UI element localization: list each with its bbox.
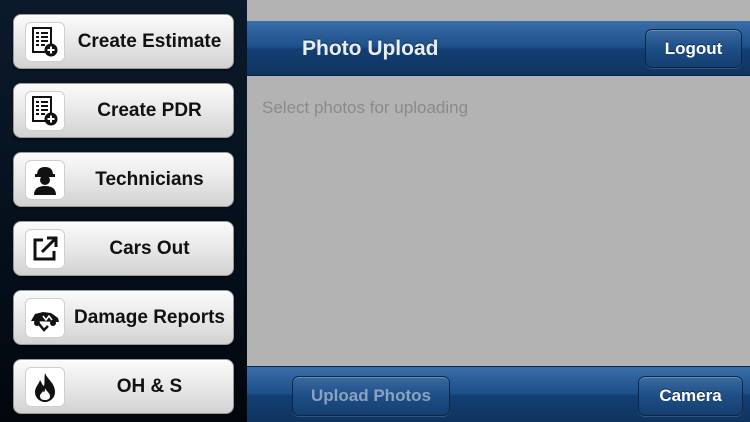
sidebar-item-label: Technicians — [95, 168, 204, 190]
sidebar-item-label: OH & S — [116, 375, 183, 397]
photo-content-area[interactable]: Select photos for uploading — [247, 76, 750, 366]
sidebar-item-label: Create Estimate — [77, 30, 222, 52]
external-link-icon — [25, 229, 65, 269]
main-panel: Photo Upload Logout Select photos for up… — [247, 0, 750, 422]
sidebar-item-create-estimate[interactable]: Create Estimate — [13, 14, 234, 69]
sidebar-item-label: Damage Reports — [74, 306, 225, 328]
status-strip — [247, 0, 750, 21]
sidebar-item-cars-out[interactable]: Cars Out — [13, 221, 234, 276]
camera-button[interactable]: Camera — [638, 376, 743, 416]
empty-state-text: Select photos for uploading — [262, 98, 469, 117]
sidebar-item-technicians[interactable]: Technicians — [13, 152, 234, 207]
flame-icon — [25, 367, 65, 407]
sidebar-item-label: Cars Out — [109, 237, 190, 259]
upload-photos-button[interactable]: Upload Photos — [292, 376, 450, 416]
page-title: Photo Upload — [302, 36, 439, 60]
sidebar-item-create-pdr[interactable]: Create PDR — [13, 83, 234, 138]
technician-icon — [25, 160, 65, 200]
car-damage-icon — [25, 298, 65, 338]
sidebar-item-oh-s[interactable]: OH & S — [13, 359, 234, 414]
document-add-icon — [25, 22, 65, 62]
logout-button[interactable]: Logout — [645, 29, 742, 68]
bottom-toolbar: Upload Photos Camera — [247, 366, 750, 422]
document-add-icon — [25, 91, 65, 131]
sidebar-item-damage-reports[interactable]: Damage Reports — [13, 290, 234, 345]
sidebar-item-label: Create PDR — [97, 99, 202, 121]
navigation-bar: Photo Upload Logout — [247, 21, 750, 76]
sidebar: Create Estimate Create PDR Technicians C… — [0, 0, 247, 422]
